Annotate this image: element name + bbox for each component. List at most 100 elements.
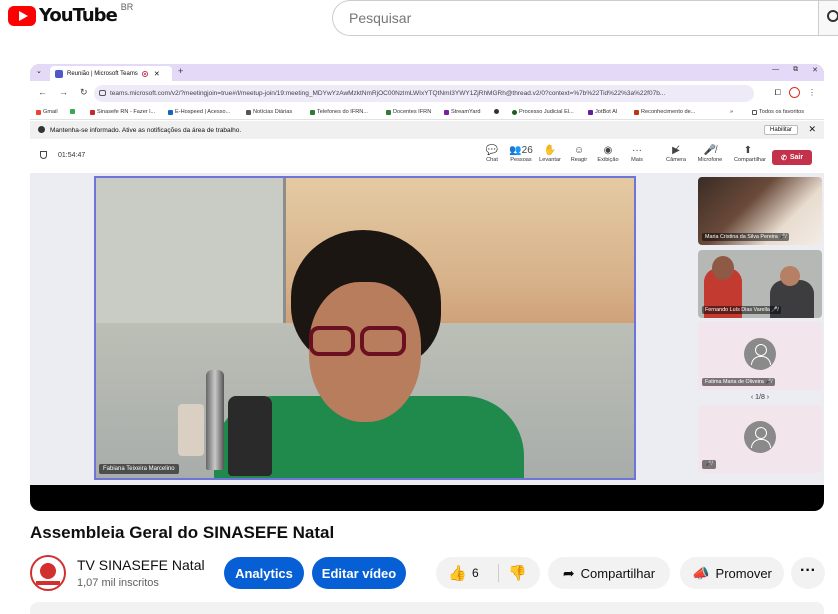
bookmark-item[interactable]: JotBot AI: [588, 109, 617, 115]
camera-button[interactable]: ▶̸ Câmera: [662, 145, 690, 163]
mic-off-icon: 🎤̸: [703, 145, 717, 156]
bookmark-item[interactable]: E-Hospeed | Acesso...: [168, 109, 230, 115]
youtube-logo-text: YouTube: [39, 5, 118, 26]
tab-search-icon[interactable]: ⌄: [36, 67, 42, 75]
microphone-button[interactable]: 🎤̸ Microfone: [696, 145, 724, 163]
leave-button[interactable]: ✆ Sair: [772, 150, 812, 165]
search-button[interactable]: [818, 0, 838, 36]
browser-tab[interactable]: Reunião | Microsoft Teams ✕: [50, 66, 172, 81]
subscriber-count: 1,07 mil inscritos: [77, 577, 159, 589]
youtube-logo[interactable]: YouTube BR: [8, 1, 134, 26]
site-info-icon[interactable]: [99, 90, 106, 96]
avatar: [744, 338, 776, 370]
bookmarks-bar: Gmail Sinasefe RN - Fazer l... E-Hospeed…: [30, 105, 824, 120]
bookmark-item[interactable]: Reconhecimento de...: [634, 109, 695, 115]
more-actions-button[interactable]: ···: [791, 557, 825, 589]
url-field[interactable]: teams.microsoft.com/v2/?meetingjoin=true…: [94, 85, 754, 102]
bookmark-item[interactable]: Sinasefe RN - Fazer l...: [90, 109, 155, 115]
bookmark-item[interactable]: Telefones do IFRN...: [310, 109, 368, 115]
thumbs-up-icon[interactable]: 👍: [448, 564, 467, 582]
emoji-icon: ☺: [573, 145, 585, 156]
mic-off-icon: 🎤̸: [702, 460, 716, 469]
raise-hand-button[interactable]: ✋ Levantar: [536, 145, 564, 163]
thumbs-down-icon[interactable]: 👎: [508, 564, 527, 582]
share-arrow-icon: ➦: [562, 564, 575, 581]
channel-avatar[interactable]: [30, 555, 66, 591]
view-button[interactable]: ◉ Exibição: [594, 145, 622, 163]
close-notification-icon[interactable]: ✕: [808, 124, 816, 135]
teams-toolbar: 01:54:47 💬 Chat 👥26 Pessoas ✋ Levantar ☺ Rea…: [30, 139, 824, 173]
address-bar: ← → ↻ teams.microsoft.com/v2/?meetingjoi…: [30, 81, 824, 105]
participant-tile[interactable]: 🎤̸: [698, 405, 822, 473]
share-button[interactable]: ➦ Compartilhar: [548, 557, 670, 589]
youtube-header: YouTube BR Pesquisar: [0, 0, 838, 36]
bookmark-item[interactable]: StreamYard: [444, 109, 480, 115]
more-bookmarks-icon[interactable]: »: [730, 109, 733, 115]
bookmark-item[interactable]: [70, 109, 75, 114]
hand-icon: ✋: [543, 145, 557, 156]
people-button[interactable]: 👥26 Pessoas: [507, 145, 535, 163]
back-icon[interactable]: ←: [38, 87, 47, 98]
close-window-icon[interactable]: ✕: [812, 66, 818, 74]
bookmark-item[interactable]: Docentes IFRN: [386, 109, 431, 115]
reload-icon[interactable]: ↻: [80, 87, 88, 98]
bookmark-item[interactable]: Gmail: [36, 109, 58, 115]
like-dislike-group: 👍 6 👎: [436, 557, 540, 589]
participant-name: Fatima Maria de Oliveira 🎤̸: [702, 378, 775, 386]
bookmark-item[interactable]: Processo Judicial El...: [512, 109, 574, 115]
bell-icon: [38, 126, 45, 133]
like-count: 6: [472, 566, 479, 580]
participant-name: Fernando Luís Dias Varella 🎤̸: [702, 306, 782, 314]
forward-icon[interactable]: →: [59, 87, 68, 98]
phone-icon: ✆: [780, 154, 787, 162]
participant-name: Fabiana Teixeira Marcelino: [99, 464, 179, 474]
video-player[interactable]: ⌄ Reunião | Microsoft Teams ✕ + — ⧉ ✕ ← …: [30, 64, 824, 511]
screen-capture: ⌄ Reunião | Microsoft Teams ✕ + — ⧉ ✕ ← …: [30, 64, 824, 485]
recording-icon: [141, 70, 148, 77]
all-favorites[interactable]: Todos os favoritos: [752, 109, 804, 115]
camera-off-icon: ▶̸: [672, 145, 680, 156]
description-box[interactable]: [30, 602, 824, 614]
chat-icon: 💬: [485, 145, 499, 156]
chat-button[interactable]: 💬 Chat: [478, 145, 506, 163]
minimize-icon[interactable]: —: [772, 66, 779, 74]
main-participant-video[interactable]: Fabiana Teixeira Marcelino: [94, 176, 636, 480]
extensions-icon[interactable]: ⧠: [775, 88, 781, 98]
bookmark-item[interactable]: [494, 109, 499, 114]
extension-icons: ⧠ ⋮: [775, 87, 816, 98]
participant-name: Maria Cristina da Silva Pereira 🎤̸: [702, 233, 790, 241]
meeting-stage: Fabiana Teixeira Marcelino Maria Cristin…: [30, 173, 824, 485]
share-screen-button[interactable]: ⬆ Compartilhar: [734, 145, 766, 163]
megaphone-icon: 📣: [692, 564, 710, 581]
shield-icon[interactable]: [40, 151, 47, 159]
region-code: BR: [120, 1, 134, 12]
enable-notifications-button[interactable]: Habilitar: [763, 125, 798, 135]
close-tab-icon[interactable]: ✕: [154, 70, 160, 78]
search-input[interactable]: Pesquisar: [332, 0, 818, 36]
analytics-button[interactable]: Analytics: [224, 557, 304, 589]
more-button[interactable]: ··· Mais: [623, 145, 651, 163]
bookmark-item[interactable]: Notícias Diárias: [246, 109, 292, 115]
participant-tile[interactable]: Fernando Luís Dias Varella 🎤̸: [698, 250, 822, 318]
notification-text: Mantenha-se informado. Ative as notifica…: [50, 126, 242, 134]
participant-tile[interactable]: Fatima Maria de Oliveira 🎤̸: [698, 322, 822, 390]
people-icon: 👥26: [509, 145, 533, 156]
teams-icon: [55, 69, 63, 78]
profile-icon[interactable]: [789, 87, 800, 98]
share-icon: ⬆: [743, 145, 753, 156]
participant-tile[interactable]: Maria Cristina da Silva Pereira 🎤̸: [698, 177, 822, 245]
notification-bar: Mantenha-se informado. Ative as notifica…: [30, 121, 824, 139]
react-button[interactable]: ☺ Reagir: [565, 145, 593, 163]
view-icon: ◉: [603, 145, 613, 156]
search-icon: [827, 10, 838, 22]
participant-pager[interactable]: ‹ 1/8 ›: [698, 394, 822, 401]
avatar: [744, 421, 776, 453]
meeting-timer: 01:54:47: [58, 152, 86, 159]
edit-video-button[interactable]: Editar vídeo: [312, 557, 406, 589]
menu-icon[interactable]: ⋮: [808, 88, 816, 97]
promote-button[interactable]: 📣 Promover: [680, 557, 784, 589]
new-tab-icon[interactable]: +: [178, 66, 183, 76]
restore-icon[interactable]: ⧉: [793, 66, 798, 74]
url-text: teams.microsoft.com/v2/?meetingjoin=true…: [110, 90, 666, 97]
channel-name[interactable]: TV SINASEFE Natal: [77, 557, 205, 573]
